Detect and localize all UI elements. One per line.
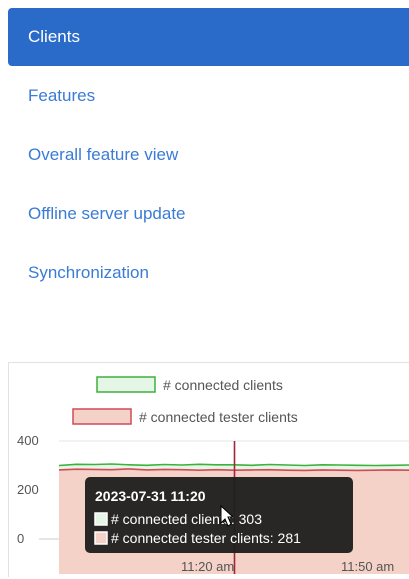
tooltip-line-connected-tester-clients: # connected tester clients: 281: [111, 530, 301, 546]
legend-swatch-connected-tester-clients[interactable]: [72, 408, 132, 425]
legend-swatch-connected-clients[interactable]: [96, 376, 156, 393]
clients-chart[interactable]: # connected clients # connected tester c…: [8, 362, 409, 577]
y-tick-label-400: 400: [17, 433, 39, 448]
nav-item-synchronization[interactable]: Synchronization: [8, 243, 409, 302]
tooltip-line-connected-clients: # connected clients: 303: [111, 511, 262, 527]
x-tick-label-11-20: 11:20 am: [181, 559, 234, 574]
nav-item-features[interactable]: Features: [8, 66, 409, 125]
legend-label-connected-tester-clients[interactable]: # connected tester clients: [139, 409, 298, 425]
y-tick-label-200: 200: [17, 482, 39, 497]
x-tick-label-11-50: 11:50 am: [341, 559, 394, 574]
nav-item-overall-feature-view[interactable]: Overall feature view: [8, 125, 409, 184]
nav-item-clients[interactable]: Clients: [8, 8, 409, 66]
chart-canvas[interactable]: # connected clients # connected tester c…: [9, 363, 409, 574]
tooltip-swatch-connected-tester-clients: [94, 531, 108, 545]
nav-item-offline-server-update[interactable]: Offline server update: [8, 184, 409, 243]
tooltip-swatch-connected-clients: [94, 512, 108, 526]
sidebar-nav: Clients Features Overall feature view Of…: [8, 8, 409, 302]
chart-tooltip: 2023-07-31 11:20 # connected clients: 30…: [85, 477, 353, 553]
legend-label-connected-clients[interactable]: # connected clients: [163, 377, 283, 393]
tooltip-title: 2023-07-31 11:20: [95, 488, 206, 504]
y-tick-label-0: 0: [17, 531, 24, 546]
